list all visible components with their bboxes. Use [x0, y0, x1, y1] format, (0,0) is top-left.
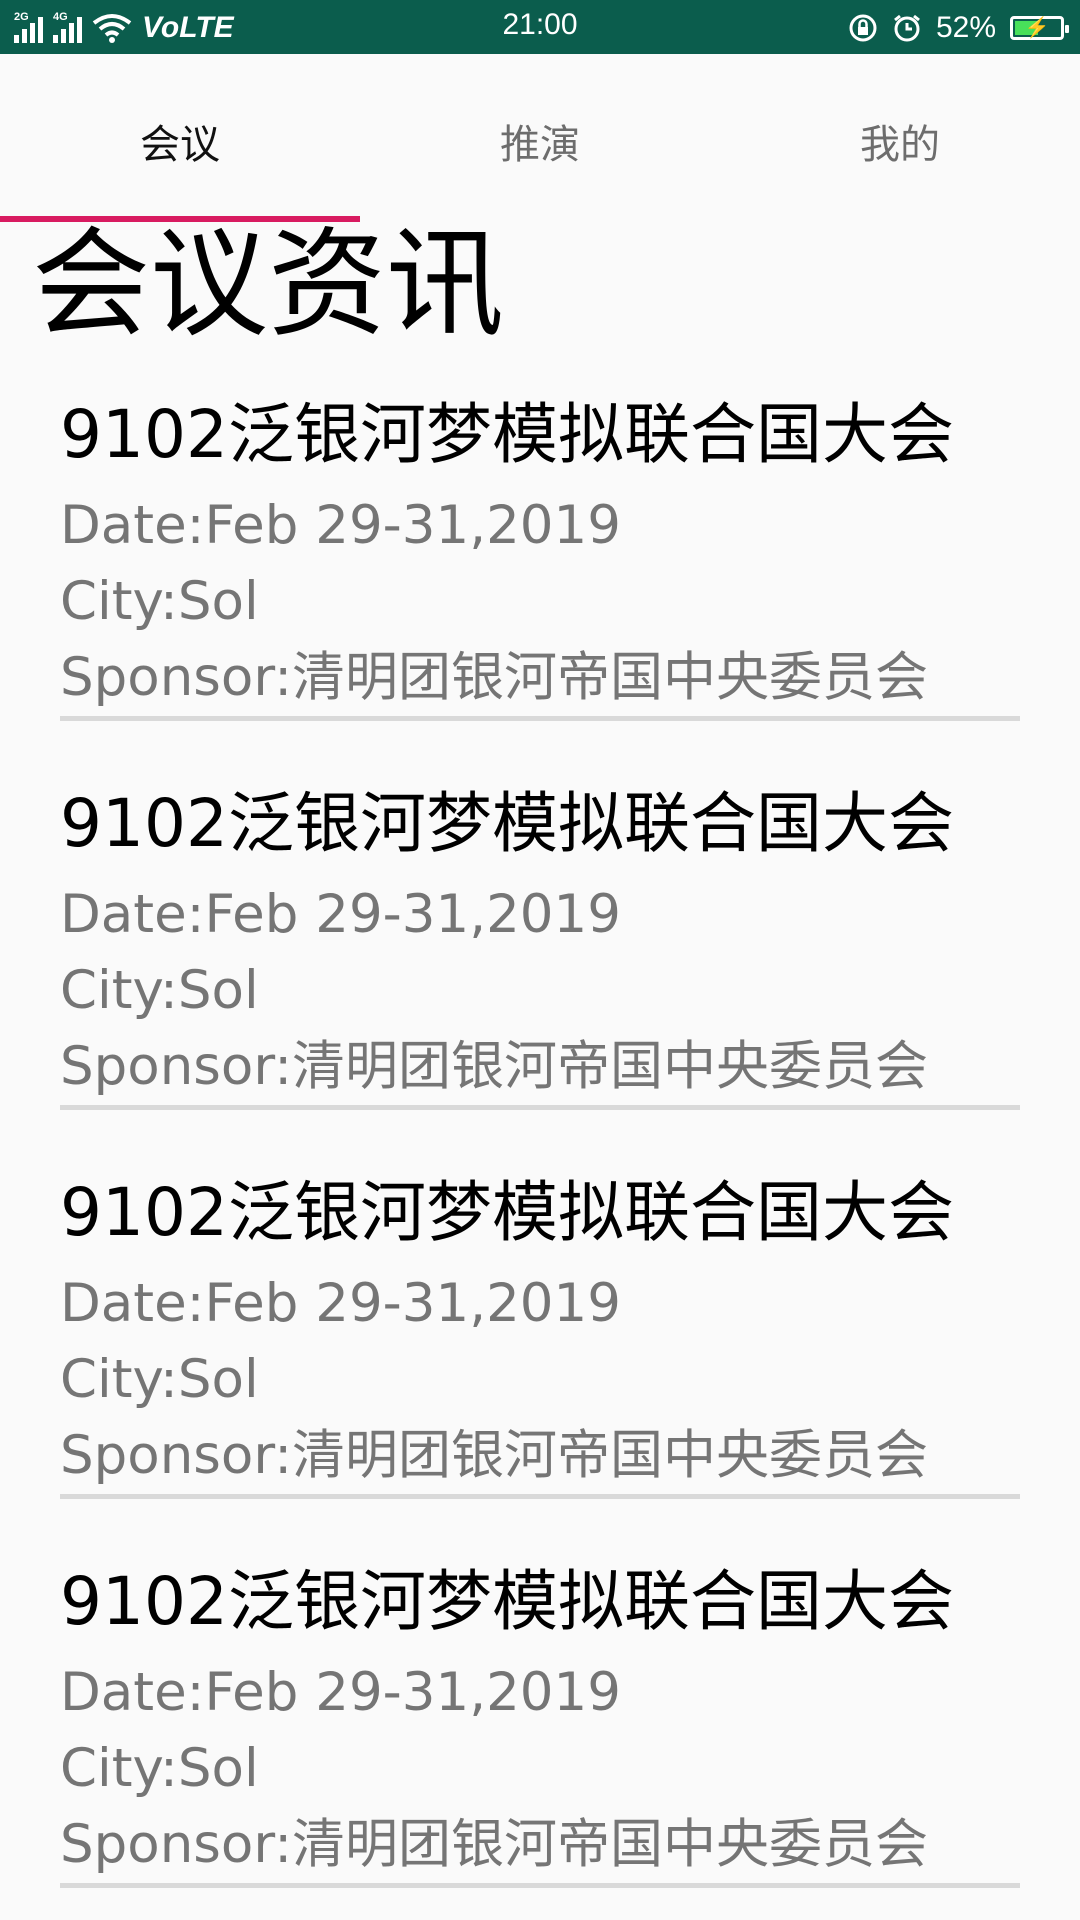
divider: [60, 716, 1020, 721]
tab-simulation[interactable]: 推演: [360, 112, 720, 170]
conference-title: 9102泛银河梦模拟联合国大会: [60, 1174, 954, 1251]
conference-sponsor: Sponsor:清明团银河帝国中央委员会: [60, 647, 929, 708]
conference-city: City:Sol: [60, 571, 259, 632]
conference-title: 9102泛银河梦模拟联合国大会: [60, 1563, 954, 1640]
divider: [60, 1883, 1020, 1888]
conference-city: City:Sol: [60, 1349, 259, 1410]
divider: [60, 1494, 1020, 1499]
conference-date: Date:Feb 29-31,2019: [60, 884, 621, 945]
battery-percent: 52%: [935, 11, 996, 44]
status-right: 52% ⚡: [848, 8, 1069, 48]
conference-title: 9102泛银河梦模拟联合国大会: [60, 785, 954, 862]
status-bar: 2G 4G VoLTE 21:00 52% ⚡: [0, 0, 1080, 54]
conference-city: City:Sol: [60, 1738, 259, 1799]
section-title: 会议资讯: [32, 215, 505, 353]
conference-sponsor: Sponsor:清明团银河帝国中央委员会: [60, 1425, 929, 1486]
conference-city: City:Sol: [60, 960, 259, 1021]
conference-title: 9102泛银河梦模拟联合国大会: [60, 396, 954, 473]
divider: [60, 1105, 1020, 1110]
battery-charging-icon: ⚡: [1010, 16, 1069, 40]
tab-mine[interactable]: 我的: [720, 112, 1080, 170]
alarm-icon: [894, 14, 920, 42]
conference-date: Date:Feb 29-31,2019: [60, 1273, 621, 1334]
conference-sponsor: Sponsor:清明团银河帝国中央委员会: [60, 1814, 929, 1875]
tab-meetings[interactable]: 会议: [0, 112, 360, 170]
conference-date: Date:Feb 29-31,2019: [60, 1662, 621, 1723]
conference-sponsor: Sponsor:清明团银河帝国中央委员会: [60, 1036, 929, 1097]
tab-bar: 会议 推演 我的: [0, 54, 1080, 222]
lock-rotation-icon: [849, 14, 877, 42]
conference-date: Date:Feb 29-31,2019: [60, 495, 621, 556]
